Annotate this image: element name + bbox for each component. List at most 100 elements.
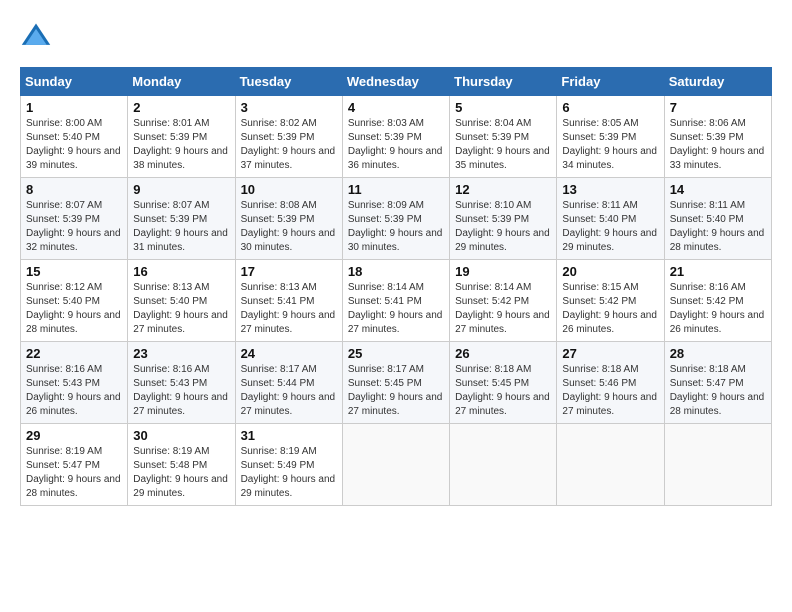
- calendar-cell: 12 Sunrise: 8:10 AM Sunset: 5:39 PM Dayl…: [450, 178, 557, 260]
- daylight-text: Daylight: 9 hours and 27 minutes.: [241, 392, 336, 417]
- daylight-text: Daylight: 9 hours and 26 minutes.: [670, 310, 765, 335]
- sunrise-text: Sunrise: 8:01 AM: [133, 118, 209, 129]
- calendar-week-5: 29 Sunrise: 8:19 AM Sunset: 5:47 PM Dayl…: [21, 424, 772, 506]
- sunset-text: Sunset: 5:40 PM: [26, 296, 100, 307]
- sunset-text: Sunset: 5:40 PM: [133, 296, 207, 307]
- sunrise-text: Sunrise: 8:14 AM: [348, 282, 424, 293]
- day-info: Sunrise: 8:18 AM Sunset: 5:45 PM Dayligh…: [455, 363, 551, 419]
- sunset-text: Sunset: 5:39 PM: [455, 214, 529, 225]
- day-number: 6: [562, 100, 658, 115]
- sunset-text: Sunset: 5:45 PM: [348, 378, 422, 389]
- calendar-cell: 25 Sunrise: 8:17 AM Sunset: 5:45 PM Dayl…: [342, 342, 449, 424]
- day-info: Sunrise: 8:19 AM Sunset: 5:49 PM Dayligh…: [241, 445, 337, 501]
- sunset-text: Sunset: 5:41 PM: [241, 296, 315, 307]
- sunset-text: Sunset: 5:39 PM: [348, 132, 422, 143]
- sunrise-text: Sunrise: 8:19 AM: [133, 446, 209, 457]
- day-info: Sunrise: 8:01 AM Sunset: 5:39 PM Dayligh…: [133, 117, 229, 173]
- daylight-text: Daylight: 9 hours and 27 minutes.: [348, 392, 443, 417]
- calendar-cell: [450, 424, 557, 506]
- day-number: 17: [241, 264, 337, 279]
- sunset-text: Sunset: 5:40 PM: [26, 132, 100, 143]
- day-info: Sunrise: 8:19 AM Sunset: 5:47 PM Dayligh…: [26, 445, 122, 501]
- sunrise-text: Sunrise: 8:17 AM: [241, 364, 317, 375]
- day-info: Sunrise: 8:03 AM Sunset: 5:39 PM Dayligh…: [348, 117, 444, 173]
- day-info: Sunrise: 8:13 AM Sunset: 5:40 PM Dayligh…: [133, 281, 229, 337]
- sunset-text: Sunset: 5:40 PM: [670, 214, 744, 225]
- day-number: 14: [670, 182, 766, 197]
- daylight-text: Daylight: 9 hours and 27 minutes.: [562, 392, 657, 417]
- day-info: Sunrise: 8:08 AM Sunset: 5:39 PM Dayligh…: [241, 199, 337, 255]
- day-info: Sunrise: 8:09 AM Sunset: 5:39 PM Dayligh…: [348, 199, 444, 255]
- weekday-header-row: SundayMondayTuesdayWednesdayThursdayFrid…: [21, 68, 772, 96]
- day-number: 7: [670, 100, 766, 115]
- calendar-week-4: 22 Sunrise: 8:16 AM Sunset: 5:43 PM Dayl…: [21, 342, 772, 424]
- weekday-header-sunday: Sunday: [21, 68, 128, 96]
- sunrise-text: Sunrise: 8:15 AM: [562, 282, 638, 293]
- calendar-cell: [557, 424, 664, 506]
- day-number: 29: [26, 428, 122, 443]
- sunrise-text: Sunrise: 8:11 AM: [562, 200, 637, 211]
- day-number: 12: [455, 182, 551, 197]
- calendar-cell: [664, 424, 771, 506]
- day-number: 1: [26, 100, 122, 115]
- day-number: 9: [133, 182, 229, 197]
- day-info: Sunrise: 8:10 AM Sunset: 5:39 PM Dayligh…: [455, 199, 551, 255]
- calendar-week-2: 8 Sunrise: 8:07 AM Sunset: 5:39 PM Dayli…: [21, 178, 772, 260]
- day-info: Sunrise: 8:16 AM Sunset: 5:42 PM Dayligh…: [670, 281, 766, 337]
- weekday-header-wednesday: Wednesday: [342, 68, 449, 96]
- daylight-text: Daylight: 9 hours and 27 minutes.: [348, 310, 443, 335]
- day-number: 27: [562, 346, 658, 361]
- sunset-text: Sunset: 5:48 PM: [133, 460, 207, 471]
- calendar-table: SundayMondayTuesdayWednesdayThursdayFrid…: [20, 67, 772, 506]
- day-number: 20: [562, 264, 658, 279]
- calendar-cell: 10 Sunrise: 8:08 AM Sunset: 5:39 PM Dayl…: [235, 178, 342, 260]
- sunset-text: Sunset: 5:39 PM: [670, 132, 744, 143]
- sunrise-text: Sunrise: 8:10 AM: [455, 200, 531, 211]
- day-number: 23: [133, 346, 229, 361]
- daylight-text: Daylight: 9 hours and 28 minutes.: [670, 392, 765, 417]
- day-number: 28: [670, 346, 766, 361]
- day-info: Sunrise: 8:06 AM Sunset: 5:39 PM Dayligh…: [670, 117, 766, 173]
- daylight-text: Daylight: 9 hours and 27 minutes.: [133, 392, 228, 417]
- sunset-text: Sunset: 5:43 PM: [26, 378, 100, 389]
- day-number: 10: [241, 182, 337, 197]
- day-number: 13: [562, 182, 658, 197]
- sunset-text: Sunset: 5:39 PM: [26, 214, 100, 225]
- sunrise-text: Sunrise: 8:13 AM: [241, 282, 317, 293]
- calendar-cell: 20 Sunrise: 8:15 AM Sunset: 5:42 PM Dayl…: [557, 260, 664, 342]
- calendar-cell: 13 Sunrise: 8:11 AM Sunset: 5:40 PM Dayl…: [557, 178, 664, 260]
- day-number: 2: [133, 100, 229, 115]
- sunset-text: Sunset: 5:47 PM: [26, 460, 100, 471]
- sunset-text: Sunset: 5:39 PM: [133, 132, 207, 143]
- sunrise-text: Sunrise: 8:05 AM: [562, 118, 638, 129]
- calendar-cell: 30 Sunrise: 8:19 AM Sunset: 5:48 PM Dayl…: [128, 424, 235, 506]
- daylight-text: Daylight: 9 hours and 28 minutes.: [26, 474, 121, 499]
- daylight-text: Daylight: 9 hours and 34 minutes.: [562, 146, 657, 171]
- sunset-text: Sunset: 5:46 PM: [562, 378, 636, 389]
- sunrise-text: Sunrise: 8:18 AM: [562, 364, 638, 375]
- weekday-header-saturday: Saturday: [664, 68, 771, 96]
- day-number: 25: [348, 346, 444, 361]
- day-info: Sunrise: 8:16 AM Sunset: 5:43 PM Dayligh…: [133, 363, 229, 419]
- calendar-cell: 6 Sunrise: 8:05 AM Sunset: 5:39 PM Dayli…: [557, 96, 664, 178]
- daylight-text: Daylight: 9 hours and 29 minutes.: [133, 474, 228, 499]
- day-number: 31: [241, 428, 337, 443]
- day-info: Sunrise: 8:14 AM Sunset: 5:42 PM Dayligh…: [455, 281, 551, 337]
- sunrise-text: Sunrise: 8:08 AM: [241, 200, 317, 211]
- sunrise-text: Sunrise: 8:12 AM: [26, 282, 102, 293]
- calendar-cell: 2 Sunrise: 8:01 AM Sunset: 5:39 PM Dayli…: [128, 96, 235, 178]
- day-info: Sunrise: 8:15 AM Sunset: 5:42 PM Dayligh…: [562, 281, 658, 337]
- day-number: 5: [455, 100, 551, 115]
- daylight-text: Daylight: 9 hours and 36 minutes.: [348, 146, 443, 171]
- calendar-cell: 16 Sunrise: 8:13 AM Sunset: 5:40 PM Dayl…: [128, 260, 235, 342]
- daylight-text: Daylight: 9 hours and 32 minutes.: [26, 228, 121, 253]
- calendar-cell: 15 Sunrise: 8:12 AM Sunset: 5:40 PM Dayl…: [21, 260, 128, 342]
- sunset-text: Sunset: 5:39 PM: [241, 214, 315, 225]
- day-info: Sunrise: 8:18 AM Sunset: 5:46 PM Dayligh…: [562, 363, 658, 419]
- page-header: [20, 20, 772, 52]
- calendar-cell: 9 Sunrise: 8:07 AM Sunset: 5:39 PM Dayli…: [128, 178, 235, 260]
- sunset-text: Sunset: 5:39 PM: [348, 214, 422, 225]
- calendar-cell: 22 Sunrise: 8:16 AM Sunset: 5:43 PM Dayl…: [21, 342, 128, 424]
- sunrise-text: Sunrise: 8:16 AM: [26, 364, 102, 375]
- sunrise-text: Sunrise: 8:00 AM: [26, 118, 102, 129]
